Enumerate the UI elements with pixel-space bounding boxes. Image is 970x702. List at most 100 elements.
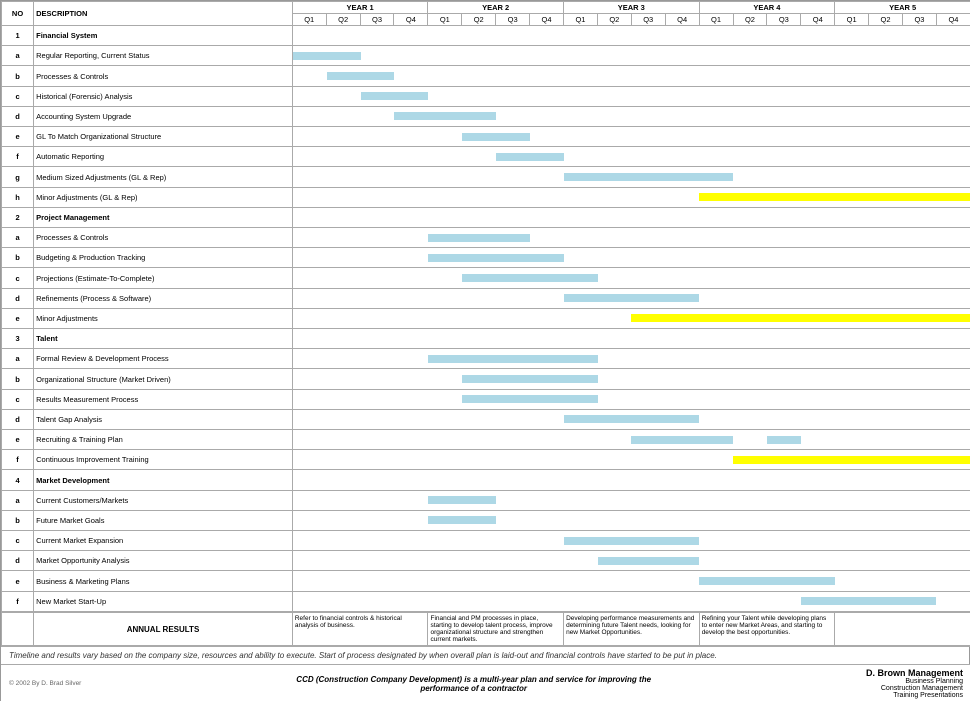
gantt-item-row: dTalent Gap Analysis: [2, 409, 970, 429]
item-desc: Current Market Expansion: [34, 531, 293, 551]
gantt-bar: [428, 516, 496, 524]
q5-header: Q1: [428, 14, 462, 26]
q10-header: Q2: [597, 14, 631, 26]
bar-area: [292, 571, 970, 591]
section-row-4: 4Market Development: [2, 470, 970, 490]
section-number: 2: [2, 207, 34, 227]
annual-results-row: ANNUAL RESULTS Refer to financial contro…: [2, 613, 970, 646]
gantt-bar: [564, 415, 699, 423]
bar-area: [292, 430, 970, 450]
gantt-item-row: dAccounting System Upgrade: [2, 106, 970, 126]
item-desc: New Market Start-Up: [34, 591, 293, 611]
annual-results-year5: [835, 613, 970, 646]
company-line3: Construction Management: [866, 685, 963, 692]
annual-results-label: ANNUAL RESULTS: [34, 613, 293, 646]
item-id: e: [2, 430, 34, 450]
item-id: a: [2, 228, 34, 248]
bar-area: [292, 187, 970, 207]
gantt-bar: [564, 294, 699, 302]
bar-area: [292, 288, 970, 308]
gantt-item-row: cCurrent Market Expansion: [2, 531, 970, 551]
footer-copyright: © 2002 By D. Brad Silver: [9, 680, 81, 687]
item-desc: Talent Gap Analysis: [34, 409, 293, 429]
section-number: 4: [2, 470, 34, 490]
gantt-item-row: bFuture Market Goals: [2, 510, 970, 530]
gantt-item-row: fNew Market Start-Up: [2, 591, 970, 611]
gantt-bar: [631, 436, 733, 444]
q16-header: Q4: [801, 14, 835, 26]
annual-results-year2: Financial and PM processes in place, sta…: [428, 613, 564, 646]
item-desc: Continuous Improvement Training: [34, 450, 293, 470]
gantt-table: NO DESCRIPTION YEAR 1 YEAR 2 YEAR 3 YEAR…: [1, 1, 970, 612]
item-desc: Formal Review & Development Process: [34, 349, 293, 369]
item-desc: Medium Sized Adjustments (GL & Rep): [34, 167, 293, 187]
bar-area: [292, 127, 970, 147]
item-id: b: [2, 510, 34, 530]
item-desc: Recruiting & Training Plan: [34, 430, 293, 450]
section-title: Market Development: [34, 470, 293, 490]
section-row-2: 2Project Management: [2, 207, 970, 227]
item-id: e: [2, 308, 34, 328]
company-name: D. Brown Management: [866, 668, 963, 678]
gantt-item-row: eMinor Adjustments: [2, 308, 970, 328]
gantt-item-row: eGL To Match Organizational Structure: [2, 127, 970, 147]
year4-header: YEAR 4: [699, 2, 835, 14]
section-title: Talent: [34, 329, 293, 349]
gantt-item-row: bBudgeting & Production Tracking: [2, 248, 970, 268]
gantt-bar: [462, 375, 597, 383]
gantt-item-row: hMinor Adjustments (GL & Rep): [2, 187, 970, 207]
bar-area: [292, 66, 970, 86]
item-desc: Future Market Goals: [34, 510, 293, 530]
gantt-bar: [699, 193, 970, 201]
gantt-bar: [699, 577, 834, 585]
item-id: b: [2, 66, 34, 86]
item-id: f: [2, 147, 34, 167]
bar-area: [292, 147, 970, 167]
item-id: h: [2, 187, 34, 207]
gantt-bar: [496, 153, 564, 161]
q4-header: Q4: [394, 14, 428, 26]
year-header-row: NO DESCRIPTION YEAR 1 YEAR 2 YEAR 3 YEAR…: [2, 2, 970, 14]
item-id: a: [2, 490, 34, 510]
bar-area: [292, 591, 970, 611]
bar-area: [292, 207, 970, 227]
bar-area: [292, 228, 970, 248]
bar-area: [292, 268, 970, 288]
gantt-item-row: fContinuous Improvement Training: [2, 450, 970, 470]
no-header: NO: [2, 2, 34, 26]
bar-area: [292, 470, 970, 490]
q11-header: Q3: [631, 14, 665, 26]
gantt-item-row: gMedium Sized Adjustments (GL & Rep): [2, 167, 970, 187]
item-id: b: [2, 369, 34, 389]
year5-header: YEAR 5: [835, 2, 970, 14]
item-id: d: [2, 288, 34, 308]
bar-area: [292, 329, 970, 349]
gantt-bar: [394, 112, 496, 120]
bar-area: [292, 531, 970, 551]
q6-header: Q2: [462, 14, 496, 26]
company-line2: Business Planning: [866, 678, 963, 685]
q3-header: Q3: [360, 14, 394, 26]
gantt-item-row: aProcesses & Controls: [2, 228, 970, 248]
bar-area: [292, 248, 970, 268]
section-title: Project Management: [34, 207, 293, 227]
gantt-item-row: fAutomatic Reporting: [2, 147, 970, 167]
gantt-bar: [733, 456, 970, 464]
item-desc: Refinements (Process & Software): [34, 288, 293, 308]
q17-header: Q1: [835, 14, 869, 26]
gantt-bar: [462, 395, 597, 403]
annual-results-year1: Refer to financial controls & historical…: [292, 613, 428, 646]
item-desc: Minor Adjustments: [34, 308, 293, 328]
q14-header: Q2: [733, 14, 767, 26]
gantt-item-row: aRegular Reporting, Current Status: [2, 46, 970, 66]
item-desc: Market Opportunity Analysis: [34, 551, 293, 571]
gantt-item-row: aCurrent Customers/Markets: [2, 490, 970, 510]
bar-area: [292, 106, 970, 126]
year1-header: YEAR 1: [292, 2, 428, 14]
gantt-bar: [462, 133, 530, 141]
q7-header: Q3: [496, 14, 530, 26]
item-desc: Accounting System Upgrade: [34, 106, 293, 126]
item-desc: Processes & Controls: [34, 228, 293, 248]
item-desc: Budgeting & Production Tracking: [34, 248, 293, 268]
q2-header: Q2: [326, 14, 360, 26]
